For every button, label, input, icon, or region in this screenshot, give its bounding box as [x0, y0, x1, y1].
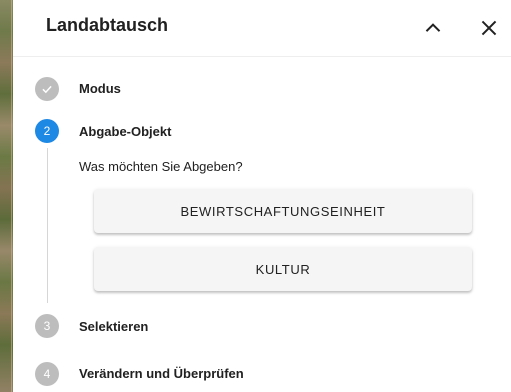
stepper-connector-line — [47, 148, 48, 303]
step-3-label[interactable]: Selektieren — [79, 319, 148, 334]
step-1-label[interactable]: Modus — [79, 81, 121, 96]
panel-header: Landabtausch — [13, 0, 511, 57]
kultur-button[interactable]: KULTUR — [94, 247, 472, 291]
check-icon — [42, 85, 52, 94]
step-4-marker[interactable]: 4 — [35, 362, 59, 386]
step-4-label[interactable]: Verändern und Überprüfen — [79, 366, 244, 381]
map-background-strip — [0, 0, 13, 392]
step-1-marker[interactable] — [35, 77, 59, 101]
collapse-button[interactable] — [417, 12, 449, 44]
close-button[interactable] — [473, 12, 505, 44]
panel-title: Landabtausch — [46, 15, 169, 35]
step-2-question: Was möchten Sie Abgeben? — [79, 159, 243, 174]
landabtausch-panel: Landabtausch Modus 2 Abgabe-Objekt Was m… — [13, 0, 511, 392]
step-2-label[interactable]: Abgabe-Objekt — [79, 124, 171, 139]
close-icon — [481, 20, 497, 36]
step-3-marker[interactable]: 3 — [35, 314, 59, 338]
chevron-up-icon — [425, 23, 441, 32]
step-2-marker[interactable]: 2 — [35, 119, 59, 143]
bewirtschaftungseinheit-button[interactable]: BEWIRTSCHAFTUNGSEINHEIT — [94, 189, 472, 233]
